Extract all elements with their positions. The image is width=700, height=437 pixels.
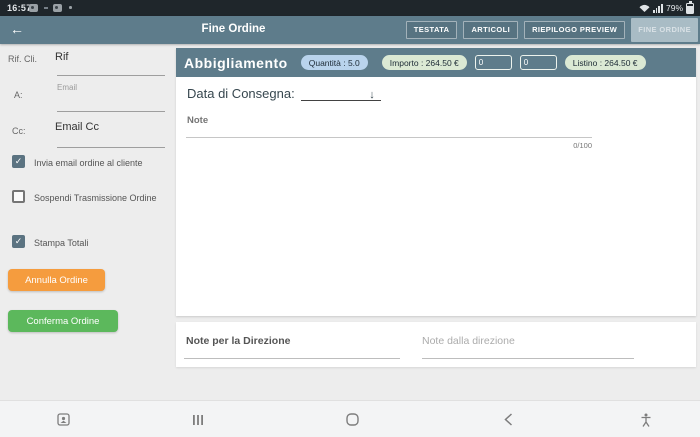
delivery-date-row: Data di Consegna: ↓ <box>187 86 381 101</box>
notification-icon <box>53 4 62 12</box>
tab-riepilogo-preview[interactable]: RIEPILOGO PREVIEW <box>524 21 626 39</box>
status-bar: 16:57 79% <box>0 0 700 16</box>
tab-articoli[interactable]: ARTICOLI <box>463 21 519 39</box>
screenshot-icon[interactable] <box>51 401 75 437</box>
back-icon[interactable] <box>496 401 520 437</box>
email-input-underline[interactable] <box>57 111 165 112</box>
delivery-date-input[interactable]: ↓ <box>300 88 381 101</box>
notification-icon <box>29 4 38 12</box>
amount-badge: Importo : 264.50 € <box>381 55 467 70</box>
tab-bar: TESTATA ARTICOLI RIEPILOGO PREVIEW FINE … <box>405 16 698 44</box>
checkbox-stampa-totali[interactable]: ✓ <box>12 235 25 248</box>
note-label: Note <box>187 115 209 126</box>
email-input[interactable]: Email <box>57 83 77 92</box>
back-arrow-icon[interactable]: ← <box>10 21 24 37</box>
order-summary-panel: Abbigliamento Quantità : 5.0 Importo : 2… <box>176 48 696 316</box>
note-from-direction-label: Note dalla direzione <box>422 335 515 347</box>
category-header: Abbigliamento Quantità : 5.0 Importo : 2… <box>176 48 696 77</box>
signal-icon <box>652 3 663 13</box>
discount-input-1[interactable]: 0 <box>474 55 512 70</box>
note-char-counter: 0/100 <box>573 141 592 150</box>
checkbox-sospendi-trasmissione[interactable] <box>12 190 25 203</box>
delivery-date-label: Data di Consegna: <box>187 86 295 101</box>
rif-input[interactable]: Rif <box>55 51 68 63</box>
cancel-order-button[interactable]: Annulla Ordine <box>8 269 105 291</box>
checkbox-label-sospendi-trasmissione[interactable]: Sospendi Trasmissione Ordine <box>34 193 157 203</box>
checkbox-invia-email[interactable]: ✓ <box>12 155 25 168</box>
field-label-cc: Cc: <box>12 126 26 136</box>
checkbox-label-invia-email[interactable]: Invia email ordine al cliente <box>34 158 143 168</box>
tab-testata[interactable]: TESTATA <box>405 21 458 39</box>
confirm-order-button[interactable]: Conferma Ordine <box>8 310 118 332</box>
email-cc-input-underline[interactable] <box>57 147 165 148</box>
direction-notes-section: Note per la Direzione Note dalla direzio… <box>176 322 696 367</box>
home-icon[interactable] <box>340 401 364 437</box>
discount-input-2[interactable]: 0 <box>519 55 557 70</box>
wifi-icon <box>639 4 650 12</box>
field-label-rif-cli: Rif. Cli. <box>8 54 37 64</box>
android-nav-bar <box>0 400 700 437</box>
note-to-direction-label: Note per la Direzione <box>186 335 291 347</box>
page-title: Fine Ordine <box>201 23 266 35</box>
checkbox-label-stampa-totali[interactable]: Stampa Totali <box>34 238 88 248</box>
rif-input-underline[interactable] <box>57 75 165 76</box>
chevron-down-icon: ↓ <box>369 89 375 101</box>
battery-percent: 79% <box>665 3 683 13</box>
fine-ordine-screen: 16:57 79% ← Fine Ordine TESTATA ARTICOLI… <box>0 0 700 437</box>
field-label-a: A: <box>14 90 23 100</box>
note-from-direction-input[interactable] <box>422 358 634 359</box>
note-input[interactable] <box>186 137 592 138</box>
category-title: Abbigliamento <box>184 54 288 71</box>
note-to-direction-input[interactable] <box>184 358 400 359</box>
battery-icon <box>686 0 694 14</box>
recent-apps-icon[interactable] <box>186 401 210 437</box>
notification-dot <box>69 6 72 9</box>
list-price-badge: Listino : 264.50 € <box>564 55 646 70</box>
clock: 16:57 <box>7 3 32 13</box>
accessibility-icon[interactable] <box>634 401 658 437</box>
quantity-badge: Quantità : 5.0 <box>300 55 368 70</box>
notification-separator <box>44 7 48 9</box>
email-cc-input[interactable]: Email Cc <box>55 121 99 133</box>
tab-fine-ordine[interactable]: FINE ORDINE <box>631 18 698 42</box>
app-bar: ← Fine Ordine TESTATA ARTICOLI RIEPILOGO… <box>0 16 700 44</box>
